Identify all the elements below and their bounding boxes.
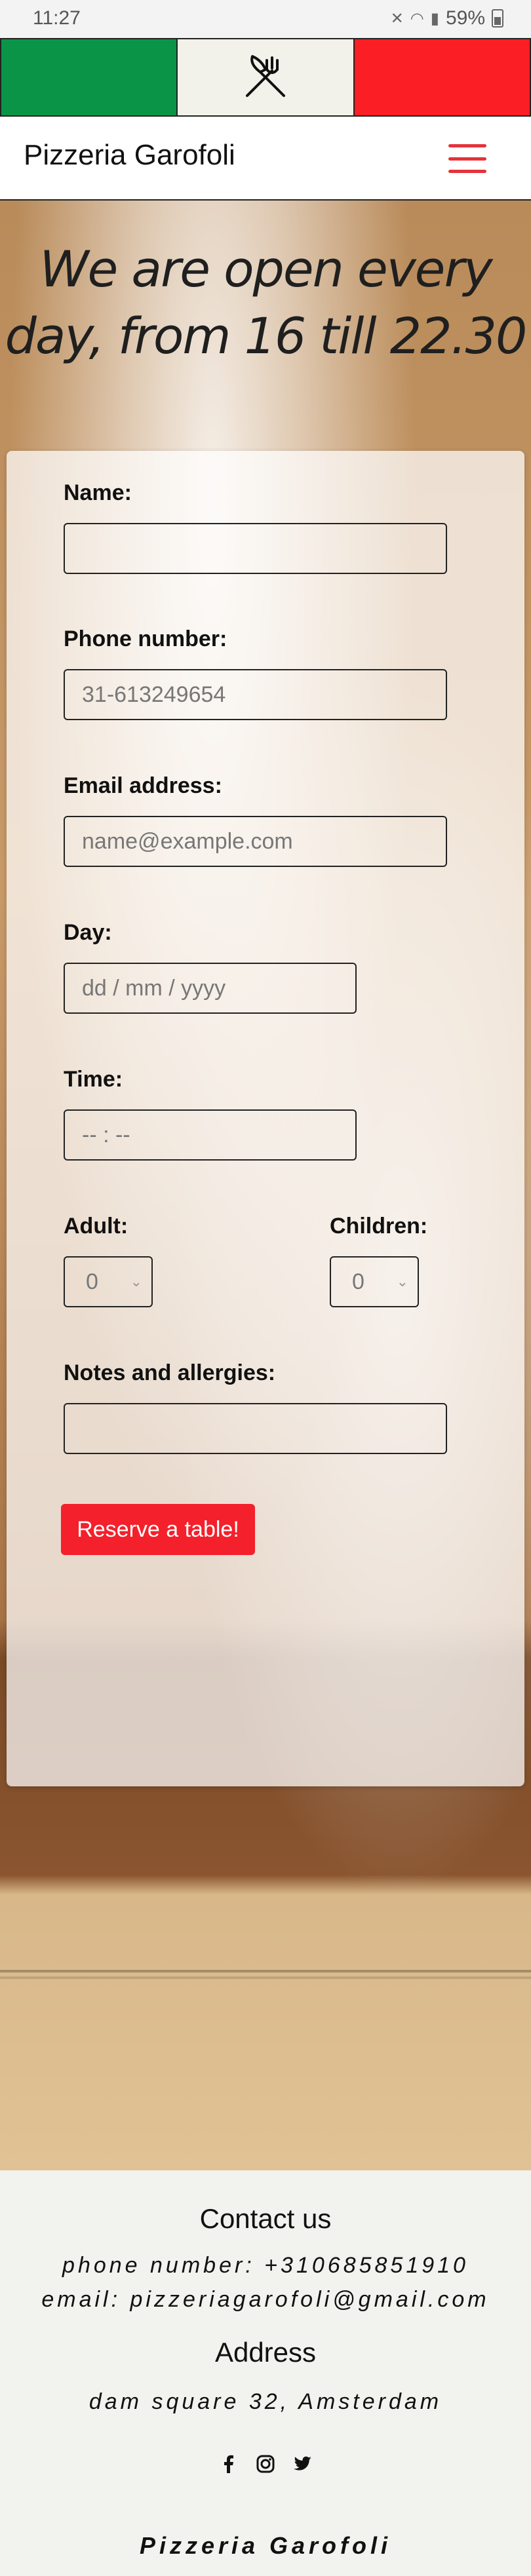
signal-icon: ▮ [430,9,439,28]
contact-phone[interactable]: phone number: +310685851910 [0,2253,531,2278]
facebook-icon[interactable] [218,2453,239,2474]
hamburger-menu-icon[interactable] [448,144,486,173]
contact-heading: Contact us [199,2203,332,2234]
contact-email[interactable]: email: pizzeriagarofoli@gmail.com [0,2287,531,2313]
email-input[interactable]: name@example.com [64,816,447,867]
twitter-icon[interactable] [292,2453,313,2474]
fork-knife-icon [245,55,285,97]
time-label: Time: [64,1067,123,1092]
notes-label: Notes and allergies: [64,1360,276,1385]
instagram-icon[interactable] [255,2453,276,2474]
children-value: 0 [352,1269,364,1294]
italian-flag-banner [0,38,531,117]
children-select[interactable]: 0 ⌄ [330,1256,419,1307]
phone-label: Phone number: [64,626,227,651]
status-bar: 11:27 ✕ ◠ ▮ 59% [0,0,531,38]
name-input[interactable] [64,523,447,574]
address-heading: Address [214,2337,317,2368]
brand-name[interactable]: Pizzeria Garofoli [24,139,235,172]
adult-label: Adult: [64,1214,128,1239]
footer: Contact us phone number: +310685851910 e… [0,2170,531,2576]
battery-icon [492,9,503,28]
children-label: Children: [330,1214,428,1239]
address-text: dam square 32, Amsterdam [88,2389,442,2414]
time-input[interactable]: -- : -- [64,1109,357,1161]
name-label: Name: [64,480,132,505]
chevron-down-icon: ⌄ [130,1273,142,1290]
adult-select[interactable]: 0 ⌄ [64,1256,153,1307]
reserve-button[interactable]: Reserve a table! [61,1504,255,1555]
day-label: Day: [64,920,112,945]
status-time: 11:27 [33,7,81,29]
flag-white [178,39,355,115]
status-icons: ✕ ◠ ▮ 59% [391,7,503,29]
social-links [0,2453,531,2474]
mute-icon: ✕ [390,9,404,28]
flag-green [1,39,178,115]
battery-percent: 59% [445,7,485,29]
phone-input[interactable]: 31-613249654 [64,669,447,720]
day-input[interactable]: dd / mm / yyyy [64,963,357,1014]
footer-brand: Pizzeria Garofoli [139,2532,392,2559]
navbar: Pizzeria Garofoli [0,117,531,201]
adult-value: 0 [86,1269,98,1294]
flag-red [354,39,530,115]
notes-input[interactable] [64,1403,447,1454]
email-label: Email address: [64,773,222,798]
hero-title: We are open every day, from 16 till 22.3… [5,240,528,365]
wifi-icon: ◠ [410,9,424,28]
chevron-down-icon: ⌄ [396,1273,408,1290]
